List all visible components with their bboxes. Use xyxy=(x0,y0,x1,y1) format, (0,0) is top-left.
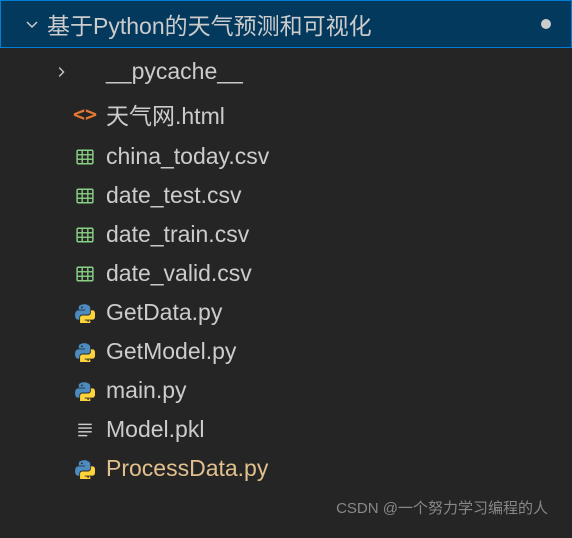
csv-icon xyxy=(76,226,94,244)
python-icon xyxy=(75,381,95,401)
file-item[interactable]: ProcessData.py xyxy=(0,449,572,488)
item-label: ProcessData.py xyxy=(106,455,268,482)
python-icon xyxy=(75,342,95,362)
file-item[interactable]: date_valid.csv xyxy=(0,254,572,293)
chevron-right-icon xyxy=(50,65,72,79)
item-label: GetData.py xyxy=(106,299,222,326)
file-item[interactable]: date_test.csv xyxy=(0,176,572,215)
folder-item[interactable]: __pycache__ xyxy=(0,52,572,91)
file-icon xyxy=(76,421,94,439)
file-item[interactable]: GetData.py xyxy=(0,293,572,332)
file-item[interactable]: china_today.csv xyxy=(0,137,572,176)
file-item[interactable]: main.py xyxy=(0,371,572,410)
file-explorer: 基于Python的天气预测和可视化 __pycache__ <> 天气网.html c… xyxy=(0,0,572,538)
root-folder-header[interactable]: 基于Python的天气预测和可视化 xyxy=(0,0,572,48)
html-icon: <> xyxy=(73,102,97,126)
file-tree: __pycache__ <> 天气网.html china_today.csvdate… xyxy=(0,48,572,488)
python-icon xyxy=(75,459,95,479)
modified-dot-icon xyxy=(541,19,551,29)
item-label: date_test.csv xyxy=(106,182,242,209)
chevron-down-icon xyxy=(23,15,41,33)
csv-icon xyxy=(76,148,94,166)
item-label: GetModel.py xyxy=(106,338,236,365)
file-item[interactable]: date_train.csv xyxy=(0,215,572,254)
file-item[interactable]: GetModel.py xyxy=(0,332,572,371)
file-item[interactable]: <> 天气网.html xyxy=(0,91,572,137)
file-item[interactable]: Model.pkl xyxy=(0,410,572,449)
item-label: 天气网.html xyxy=(106,97,225,131)
item-label: china_today.csv xyxy=(106,143,269,170)
item-label: Model.pkl xyxy=(106,416,204,443)
item-label: date_valid.csv xyxy=(106,260,252,287)
item-label: main.py xyxy=(106,377,187,404)
item-label: __pycache__ xyxy=(106,58,243,85)
csv-icon xyxy=(76,187,94,205)
item-label: date_train.csv xyxy=(106,221,249,248)
python-icon xyxy=(75,303,95,323)
csv-icon xyxy=(76,265,94,283)
root-folder-name: 基于Python的天气预测和可视化 xyxy=(47,7,541,41)
watermark-text: CSDN @一个努力学习编程的人 xyxy=(336,497,548,518)
